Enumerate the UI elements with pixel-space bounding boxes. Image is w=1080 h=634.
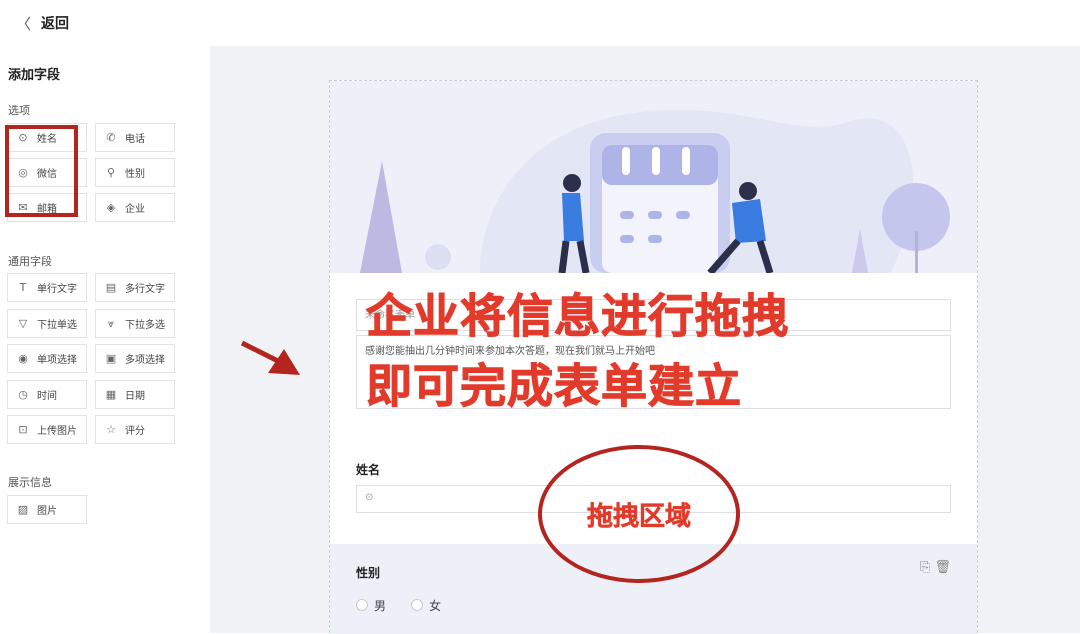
drag-zone-label: 拖拽区域 — [586, 501, 692, 532]
field-upload-image[interactable]: ⊡ 上传图片 — [7, 415, 87, 444]
drag-zone-annotation: 拖拽区域 — [538, 445, 740, 583]
dropdown-multi-icon: ⩔ — [107, 316, 115, 330]
name-field-label: 姓名 — [356, 463, 381, 477]
gender-icon: ⚲ — [106, 166, 116, 179]
radio-icon: ◉ — [18, 352, 28, 365]
gender-field-label: 性别 — [356, 566, 381, 580]
multiline-icon: ▤ — [105, 281, 117, 294]
calendar-icon: ▦ — [105, 388, 117, 401]
field-phone[interactable]: ✆ 电话 — [95, 123, 175, 152]
arrow-annotation — [240, 340, 300, 375]
gender-option-male[interactable]: 男 — [356, 597, 386, 614]
radio-icon — [411, 599, 424, 611]
trash-icon[interactable]: 🗑 — [934, 560, 951, 575]
banner-illustration — [360, 109, 950, 273]
upload-image-icon: ⊡ — [18, 423, 28, 436]
phone-icon: ✆ — [106, 131, 116, 144]
field-single-text[interactable]: T 单行文字 — [7, 273, 87, 302]
section-label-general: 通用字段 — [8, 255, 52, 268]
field-image[interactable]: ▨ 图片 — [7, 495, 87, 524]
field-time[interactable]: ◷ 时间 — [7, 380, 87, 409]
text-icon: T — [19, 281, 27, 294]
sidebar-title: 添加字段 — [8, 68, 61, 83]
annotation-line-2: 即可完成表单建立 — [366, 359, 742, 414]
clock-icon: ◷ — [18, 388, 28, 401]
field-multi-text[interactable]: ▤ 多行文字 — [95, 273, 175, 302]
section-label-display: 展示信息 — [8, 476, 52, 489]
gender-option-female[interactable]: 女 — [411, 597, 441, 614]
annotation-line-1: 企业将信息进行拖拽 — [366, 289, 789, 344]
form-banner — [330, 81, 977, 273]
field-dropdown-multi[interactable]: ⩔ 下拉多选 — [95, 309, 175, 338]
field-single-choice[interactable]: ◉ 单项选择 — [7, 344, 87, 373]
highlight-box — [5, 125, 78, 217]
dropdown-icon: ▽ — [18, 317, 28, 330]
company-icon: ◈ — [106, 201, 116, 214]
radio-icon — [356, 599, 368, 611]
back-link[interactable]: 返回 — [41, 13, 69, 33]
field-multi-choice[interactable]: ▣ 多项选择 — [95, 344, 175, 373]
copy-icon[interactable]: ⎘ — [920, 560, 930, 575]
field-dropdown-single[interactable]: ▽ 下拉单选 — [7, 309, 87, 338]
checkbox-icon: ▣ — [105, 352, 117, 365]
star-icon: ☆ — [106, 423, 116, 436]
section-label-options: 选项 — [8, 104, 30, 117]
field-rating[interactable]: ☆ 评分 — [95, 415, 175, 444]
gender-options: 男 女 — [356, 596, 461, 615]
user-circle-icon: ⊙ — [365, 492, 374, 503]
image-icon: ▨ — [17, 503, 29, 516]
field-gender[interactable]: ⚲ 性别 — [95, 158, 175, 187]
field-date[interactable]: ▦ 日期 — [95, 380, 175, 409]
chevron-left-icon[interactable]: 〈 — [16, 13, 31, 34]
field-company[interactable]: ◈ 企业 — [95, 193, 175, 222]
top-bar: 〈 返回 — [0, 0, 1080, 46]
